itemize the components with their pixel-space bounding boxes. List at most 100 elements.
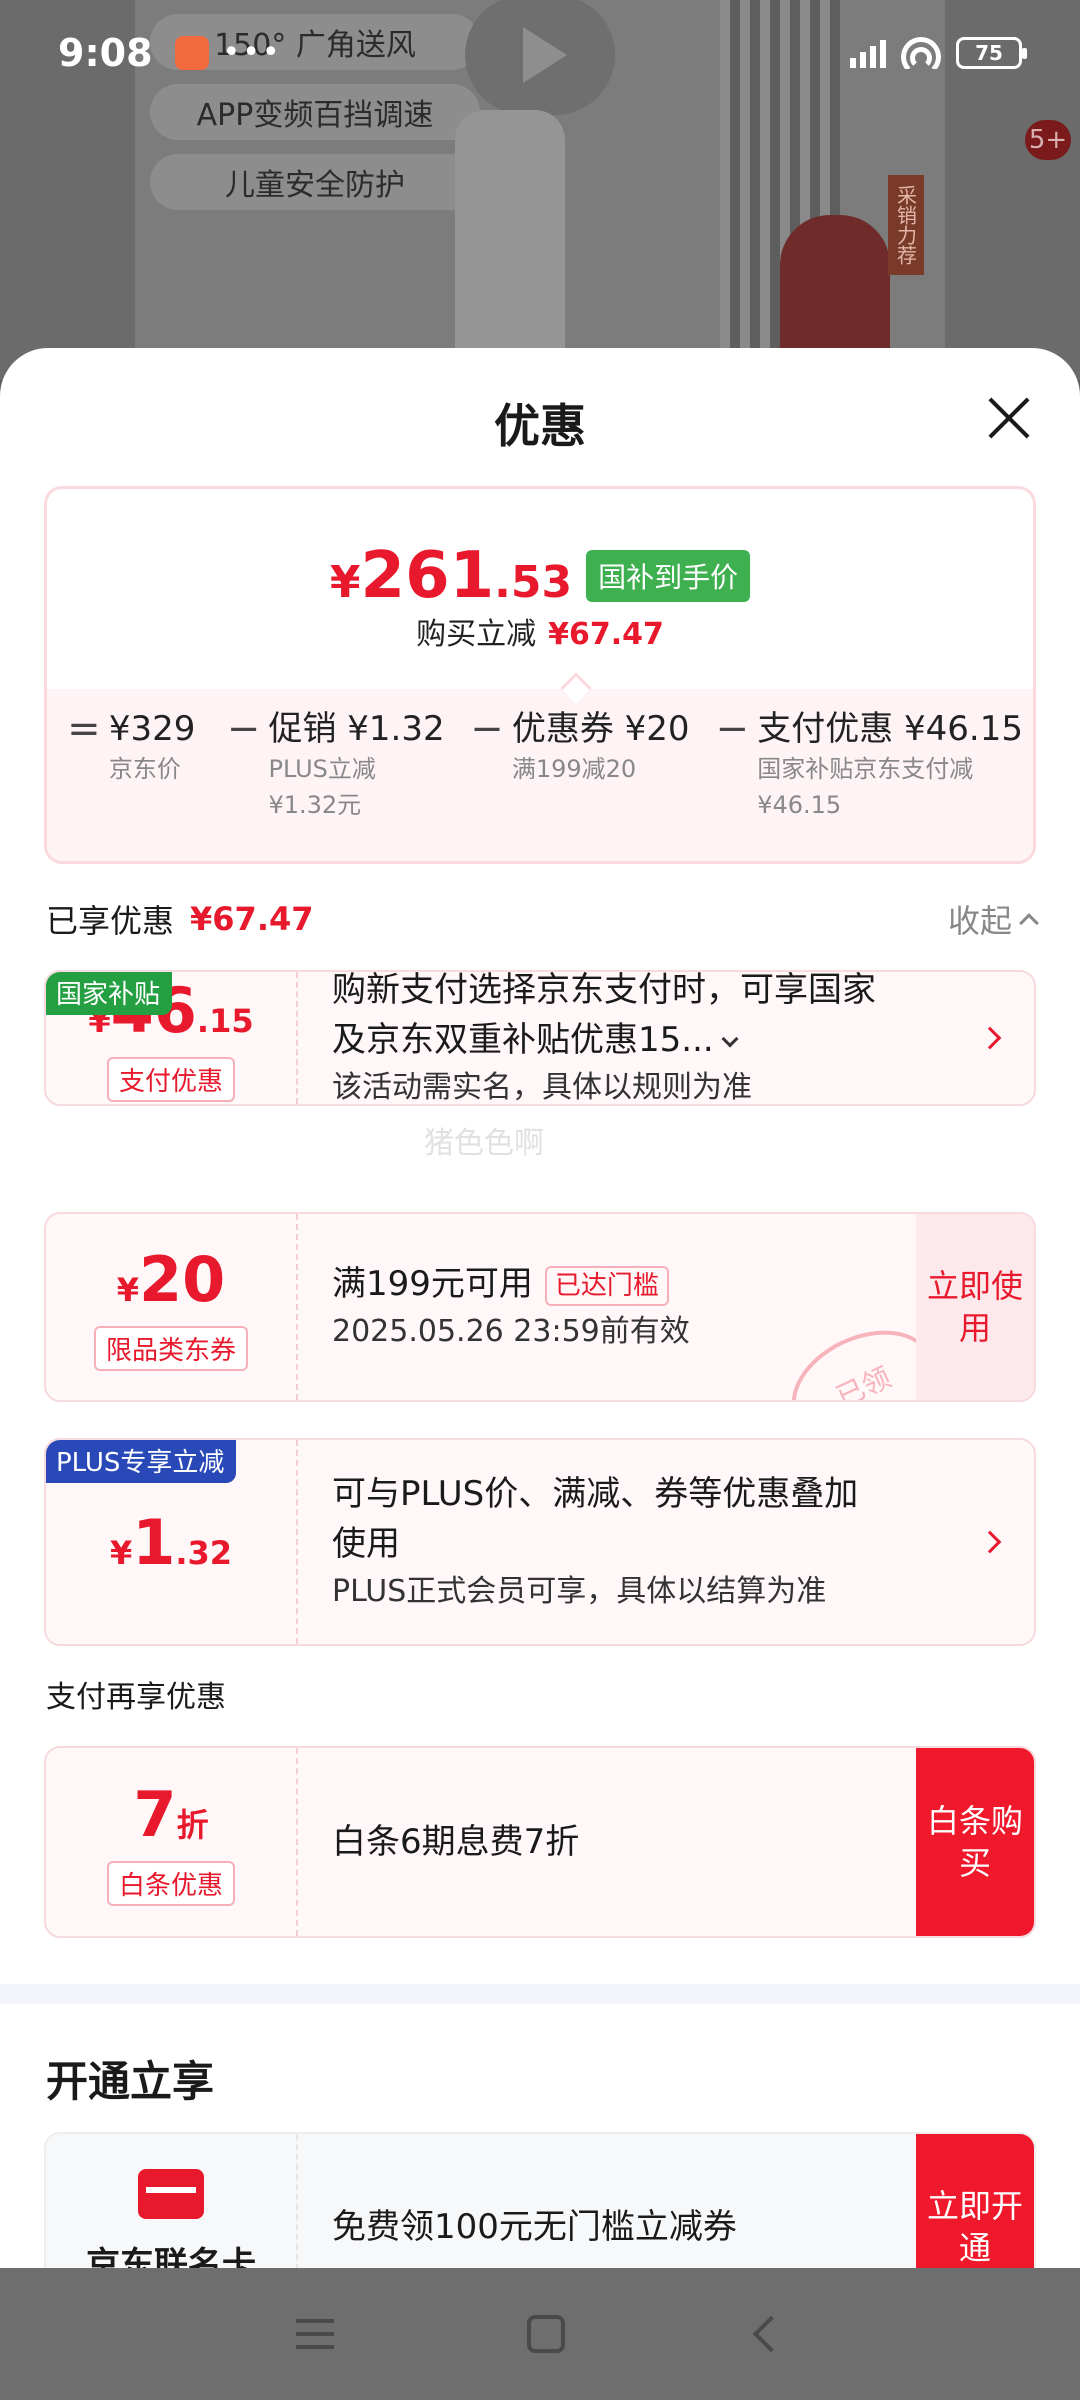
use-now-button[interactable]: 立即使用 bbox=[916, 1214, 1034, 1400]
offer-note: PLUS正式会员可享，具体以结算为准 bbox=[332, 1574, 827, 1609]
threshold-met-tag: 已达门槛 bbox=[544, 1265, 669, 1306]
term-amount: 支付优惠 ¥46.15 bbox=[757, 709, 1023, 749]
feature-pill: 儿童安全防护 bbox=[150, 154, 480, 210]
baitiao-buy-button[interactable]: 白条购买 bbox=[916, 1748, 1034, 1936]
product-fan-image bbox=[455, 110, 565, 380]
cobrand-card-name: 京东联名卡 bbox=[86, 2244, 256, 2269]
chevron-down-icon bbox=[721, 1030, 739, 1048]
system-nav-bar bbox=[0, 2268, 1080, 2400]
price-decimal: .53 bbox=[494, 557, 573, 608]
offer-amount: ¥ 1 .32 bbox=[110, 1506, 232, 1579]
offer-currency: ¥ bbox=[116, 1271, 139, 1309]
credit-card-icon bbox=[138, 2168, 204, 2219]
more-notifications-icon: ••• bbox=[222, 35, 282, 70]
offer-amount-decimal: .32 bbox=[175, 1533, 233, 1572]
offer-desc-line-2[interactable]: 及京东双重补贴优惠15... bbox=[332, 1015, 954, 1065]
back-icon[interactable] bbox=[752, 2315, 790, 2353]
price-formula: = ¥329 京东价 − 促销 ¥1.32 PLUS立减 ¥1.32元 − 优惠… bbox=[59, 707, 1023, 823]
offer-desc-line: 白条6期息费7折 bbox=[332, 1822, 580, 1862]
offer-desc-line: 可与PLUS价、满减、券等优惠叠加 bbox=[332, 1474, 859, 1514]
offer-card-coupon[interactable]: ¥ 20 限品类东券 满199元可用 已达门槛 2025.05.26 23:59前… bbox=[44, 1212, 1036, 1402]
notch-pointer bbox=[560, 672, 592, 704]
offer-card-baitiao[interactable]: 7 折 白条优惠 白条6期息费7折 白条购买 bbox=[44, 1746, 1036, 1938]
price-summary: ¥ 261 .53 国补到手价 购买立减 ¥67.47 = ¥329 京东价 − … bbox=[44, 486, 1036, 864]
term-label: 满199减20 bbox=[511, 755, 637, 783]
term-amount: 优惠券 ¥20 bbox=[511, 709, 690, 749]
term-label: 京东价 bbox=[108, 755, 181, 783]
minus-sign: − bbox=[226, 706, 261, 752]
term-label-2: ¥1.32元 bbox=[268, 791, 362, 819]
cart-count-badge: 5+ bbox=[1025, 120, 1071, 160]
offer-desc-line: 免费领100元无门槛立减券 bbox=[332, 2207, 737, 2247]
chevron-right-icon[interactable] bbox=[978, 1530, 1002, 1554]
recommend-tag: 采销力荐 bbox=[888, 175, 924, 275]
open-section-title: 开通立享 bbox=[46, 2057, 215, 2106]
discount-subtitle-label: 购买立减 bbox=[416, 617, 537, 652]
chevron-up-icon bbox=[1019, 913, 1039, 933]
offer-amount-main: 1 bbox=[132, 1505, 176, 1579]
offer-description: 可与PLUS价、满减、券等优惠叠加 使用 PLUS正式会员可享，具体以结算为准 bbox=[332, 1440, 954, 1644]
section-divider bbox=[0, 1984, 1080, 2004]
watermark: 猪色色啊 bbox=[424, 1126, 544, 1161]
signal-icon bbox=[850, 38, 886, 68]
offer-condition: 满199元可用 bbox=[332, 1264, 533, 1304]
status-time: 9:08 bbox=[58, 30, 153, 75]
offer-amount-main: 20 bbox=[138, 1243, 226, 1316]
home-icon[interactable] bbox=[526, 2315, 565, 2353]
offer-desc-line: 满199元可用 已达门槛 bbox=[332, 1259, 894, 1309]
offer-card-plus[interactable]: ¥ 1 .32 PLUS专享立减 可与PLUS价、满减、券等优惠叠加 使用 PL… bbox=[44, 1438, 1036, 1646]
price-integer: 261 bbox=[360, 539, 495, 613]
sheet-title: 优惠 bbox=[494, 399, 586, 453]
wifi-icon bbox=[900, 36, 942, 69]
close-icon[interactable] bbox=[978, 388, 1038, 448]
term-amount: 促销 ¥1.32 bbox=[268, 709, 445, 749]
currency-symbol: ¥ bbox=[329, 557, 361, 608]
minus-sign: − bbox=[470, 706, 504, 752]
offer-description: 白条6期息费7折 bbox=[332, 1748, 894, 1936]
offer-amount-unit: 折 bbox=[176, 1806, 209, 1844]
offer-description: 免费领100元无门槛立减券 bbox=[332, 2134, 894, 2268]
price-type-badge: 国补到手价 bbox=[586, 550, 751, 602]
enjoyed-amount: ¥67.47 bbox=[190, 900, 314, 938]
formula-term: 优惠券 ¥20 满199减20 bbox=[512, 707, 708, 787]
term-label-2: ¥46.15 bbox=[757, 791, 842, 819]
app-notification-icon bbox=[174, 35, 209, 70]
discount-subtitle: 购买立减 ¥67.47 bbox=[47, 609, 1033, 653]
offer-desc-line-2: 使用 bbox=[332, 1524, 400, 1564]
offer-type-tag: 限品类东券 bbox=[93, 1326, 248, 1371]
term-label: 国家补贴京东支付减 bbox=[757, 755, 974, 783]
formula-term: ¥329 京东价 bbox=[109, 707, 219, 787]
offer-card-subsidy[interactable]: ¥ 46 .15 支付优惠 国家补贴 购新支付选择京东支付时，可享国家 及京东双… bbox=[44, 970, 1036, 1106]
enjoyed-label: 已享优惠 bbox=[46, 902, 175, 940]
collapse-button[interactable]: 收起 bbox=[947, 896, 1039, 942]
offer-description: 购新支付选择京东支付时，可享国家 及京东双重补贴优惠15... 该活动需实名，具… bbox=[332, 972, 954, 1104]
equals-sign: = bbox=[67, 706, 101, 752]
discount-subtitle-amount: ¥67.47 bbox=[548, 617, 664, 652]
status-bar: 9:08 ••• 75 bbox=[0, 0, 1080, 105]
formula-term: 支付优惠 ¥46.15 国家补贴京东支付减 ¥46.15 bbox=[757, 707, 1023, 823]
term-label: PLUS立减 bbox=[268, 755, 376, 783]
offer-validity: 2025.05.26 23:59前有效 bbox=[332, 1314, 690, 1349]
enjoyed-discount-row: 已享优惠 ¥67.47 收起 bbox=[46, 896, 1039, 942]
pay-more-label: 支付再享优惠 bbox=[46, 1680, 226, 1715]
final-price: ¥ 261 .53 国补到手价 bbox=[47, 539, 1033, 613]
offer-type-tag: 支付优惠 bbox=[106, 1057, 235, 1102]
offer-amount: 7 折 bbox=[133, 1778, 208, 1851]
offer-card-cobrand[interactable]: 京东联名卡 免费领100元无门槛立减券 立即开通 bbox=[44, 2132, 1036, 2268]
discount-sheet: 优惠 ¥ 261 .53 国补到手价 购买立减 ¥67.47 = ¥329 京东价… bbox=[0, 348, 1080, 2268]
offer-amount: ¥ 20 bbox=[117, 1243, 226, 1316]
menu-icon[interactable] bbox=[296, 2319, 335, 2349]
plus-corner-badge: PLUS专享立减 bbox=[46, 1440, 237, 1483]
term-amount: ¥329 bbox=[108, 709, 196, 749]
minus-sign: − bbox=[715, 706, 750, 752]
formula-term: 促销 ¥1.32 PLUS立减 ¥1.32元 bbox=[268, 707, 462, 823]
chevron-right-icon[interactable] bbox=[978, 1026, 1002, 1050]
offer-type-tag: 白条优惠 bbox=[106, 1861, 235, 1906]
offer-currency: ¥ bbox=[109, 1533, 133, 1572]
offer-amount-block: ¥ 20 限品类东券 bbox=[46, 1214, 298, 1400]
offer-amount-block: 7 折 白条优惠 bbox=[46, 1748, 298, 1936]
open-now-button[interactable]: 立即开通 bbox=[916, 2134, 1034, 2268]
subsidy-corner-badge: 国家补贴 bbox=[46, 972, 173, 1015]
offer-icon-block: 京东联名卡 bbox=[46, 2134, 298, 2268]
collapse-label: 收起 bbox=[947, 902, 1012, 940]
